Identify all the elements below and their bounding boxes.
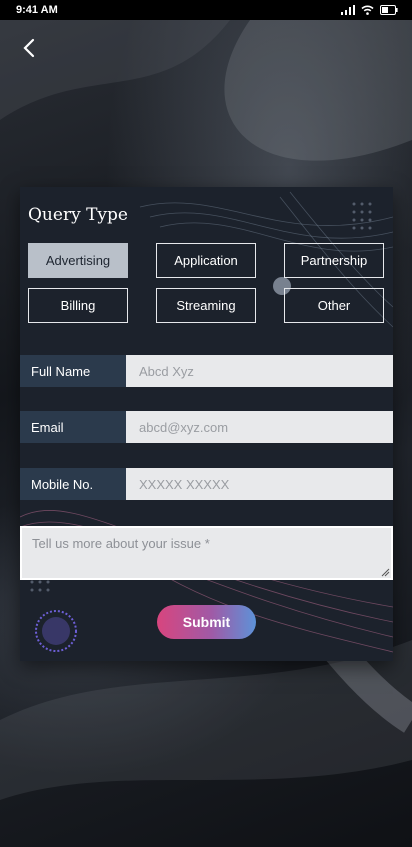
email-input[interactable] bbox=[126, 411, 393, 443]
issue-textarea[interactable] bbox=[20, 526, 393, 580]
battery-icon bbox=[380, 5, 398, 15]
status-time: 9:41 AM bbox=[16, 4, 58, 16]
query-type-title: Query Type bbox=[28, 205, 128, 225]
signal-icon bbox=[341, 5, 355, 15]
query-type-application[interactable]: Application bbox=[156, 243, 256, 278]
mobile-label: Mobile No. bbox=[20, 468, 133, 500]
submit-button[interactable]: Submit bbox=[157, 605, 256, 639]
full-name-input[interactable] bbox=[126, 355, 393, 387]
back-arrow-icon bbox=[23, 38, 35, 58]
status-bar: 9:41 AM bbox=[0, 0, 412, 20]
wifi-icon bbox=[361, 5, 374, 15]
query-type-advertising[interactable]: Advertising bbox=[28, 243, 128, 278]
back-button[interactable] bbox=[16, 34, 42, 62]
full-name-label: Full Name bbox=[20, 355, 133, 387]
email-label: Email bbox=[20, 411, 133, 443]
query-type-partnership[interactable]: Partnership bbox=[284, 243, 384, 278]
resize-grip-icon[interactable] bbox=[380, 567, 390, 577]
contact-form-card: Query Type Advertising Application Partn… bbox=[20, 187, 393, 661]
query-type-streaming[interactable]: Streaming bbox=[156, 288, 256, 323]
query-type-billing[interactable]: Billing bbox=[28, 288, 128, 323]
query-type-other[interactable]: Other bbox=[284, 288, 384, 323]
mobile-input[interactable] bbox=[126, 468, 393, 500]
